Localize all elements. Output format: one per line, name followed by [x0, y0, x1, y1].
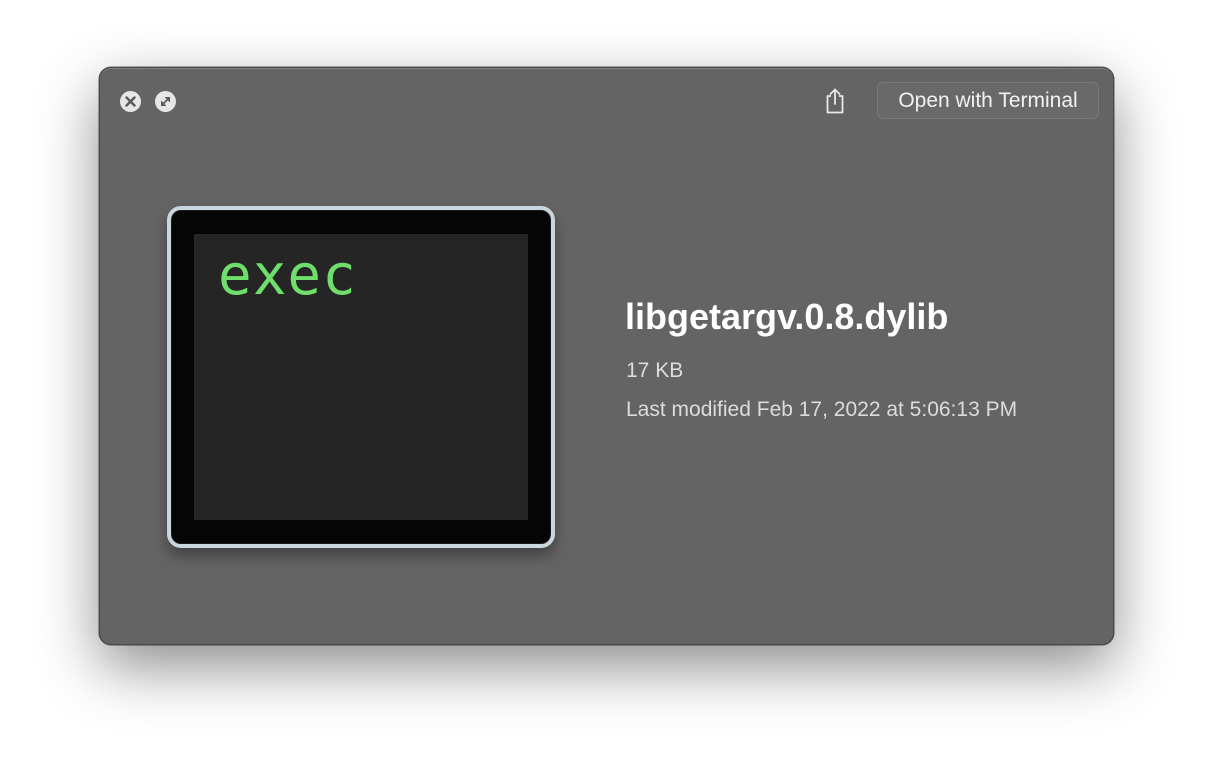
- terminal-icon-screen: exec: [194, 234, 528, 520]
- open-with-terminal-button[interactable]: Open with Terminal: [877, 82, 1099, 119]
- close-button[interactable]: [120, 91, 141, 112]
- share-icon: [826, 88, 844, 114]
- share-button[interactable]: [821, 85, 849, 117]
- file-name: libgetargv.0.8.dylib: [625, 296, 949, 337]
- terminal-exec-icon: exec: [167, 206, 555, 548]
- quick-look-window: Open with Terminal exec libgetargv.0.8.d…: [99, 67, 1114, 645]
- fullscreen-icon: [161, 97, 170, 106]
- file-size: 17 KB: [626, 359, 684, 382]
- screen: Open with Terminal exec libgetargv.0.8.d…: [0, 0, 1213, 777]
- terminal-icon-text: exec: [218, 243, 357, 308]
- file-modified-date: Last modified Feb 17, 2022 at 5:06:13 PM: [626, 398, 1018, 421]
- fullscreen-button[interactable]: [155, 91, 176, 112]
- close-icon: [125, 96, 136, 107]
